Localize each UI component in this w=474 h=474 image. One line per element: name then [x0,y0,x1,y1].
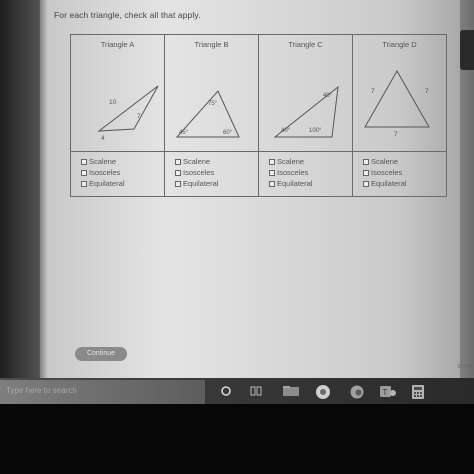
checkbox[interactable] [81,169,87,176]
triangle-a-label-3: 4 [101,135,105,142]
triangle-a-options: Scalene Isosceles Equilateral [70,151,165,197]
triangle-b-isosceles-option[interactable]: Isosceles [175,167,258,178]
taskbar-search[interactable] [0,380,205,404]
option-label: Scalene [183,157,211,166]
checkbox[interactable] [175,158,181,165]
checkbox[interactable] [269,158,275,165]
triangle-c-label-3: 100° [309,128,322,134]
triangle-d-figure: 7 7 7 [364,69,430,138]
edge-icon[interactable] [349,384,365,400]
checkbox[interactable] [269,169,275,176]
option-label: Scalene [277,157,305,166]
calculator-icon[interactable] [411,384,425,400]
triangle-d-scalene-option[interactable]: Scalene [363,156,446,167]
triangle-a-header: Triangle A 10 7 4 [70,34,165,152]
triangle-d-equilateral-option[interactable]: Equilateral [363,178,446,189]
svg-text:T: T [383,388,388,397]
triangle-d-label-1: 7 [371,88,375,95]
triangle-d-header: Triangle D 7 7 7 [352,34,447,152]
checkbox[interactable] [175,169,181,176]
triangle-a-label-2: 7 [137,113,141,120]
triangle-d-label-2: 7 [425,88,429,95]
option-label: Isosceles [89,168,121,177]
triangle-c-header: Triangle C 40° 40° 100° [258,34,353,152]
triangle-c-options: Scalene Isosceles Equilateral [258,151,353,197]
triangle-b-label-2: 45° [179,130,189,136]
triangle-b-options: Scalene Isosceles Equilateral [164,151,259,197]
triangle-a-equilateral-option[interactable]: Equilateral [81,178,164,189]
triangle-b-label-3: 60° [223,130,233,136]
triangle-c-label-2: 40° [281,128,291,134]
triangle-d-isosceles-option[interactable]: Isosceles [363,167,446,178]
cortana-icon[interactable] [219,384,233,398]
checkbox[interactable] [175,180,181,187]
scroll-handle[interactable] [460,30,474,70]
triangle-a-label-1: 10 [109,99,117,106]
option-label: Scalene [89,157,117,166]
triangle-b-scalene-option[interactable]: Scalene [175,156,258,167]
checkbox[interactable] [363,169,369,176]
option-label: Scalene [371,157,399,166]
file-explorer-icon[interactable] [282,384,300,398]
teams-icon[interactable]: T [379,384,397,400]
triangle-c-title: Triangle C [288,40,323,49]
option-label: Equilateral [277,179,313,188]
option-label: Isosceles [371,168,403,177]
option-label: Isosceles [277,168,309,177]
triangle-d-options: Scalene Isosceles Equilateral [352,151,447,197]
option-label: Equilateral [89,179,125,188]
clock-fragment: 57 PM [457,364,472,370]
continue-button[interactable]: Continue [75,347,127,361]
option-label: Isosceles [183,168,215,177]
triangle-b-header: Triangle B 75° 45° 60° [164,34,259,152]
checkbox[interactable] [81,180,87,187]
task-view-icon[interactable] [249,384,263,398]
instruction-text: For each triangle, check all that apply. [54,10,201,20]
triangle-b-equilateral-option[interactable]: Equilateral [175,178,258,189]
triangle-c-equilateral-option[interactable]: Equilateral [269,178,352,189]
triangle-d-label-3: 7 [394,131,398,138]
triangle-table: Triangle A 10 7 4 Triangle B 75° 45° 60° [70,34,447,197]
triangle-d-title: Triangle D [382,40,417,49]
checkbox[interactable] [363,180,369,187]
triangle-a-scalene-option[interactable]: Scalene [81,156,164,167]
left-shadow [0,0,48,380]
checkbox[interactable] [81,158,87,165]
triangle-b-figure: 75° 45° 60° [175,90,240,138]
monitor-bezel [0,404,474,474]
triangle-a-figure: 10 7 4 [97,85,159,142]
search-input[interactable] [6,386,186,395]
triangle-c-isosceles-option[interactable]: Isosceles [269,167,352,178]
checkbox[interactable] [269,180,275,187]
triangle-a-title: Triangle A [100,40,135,49]
triangle-c-label-1: 40° [323,93,333,99]
monitor-screen: For each triangle, check all that apply.… [0,0,474,404]
triangle-c-figure: 40° 40° 100° [273,85,339,138]
option-label: Equilateral [371,179,407,188]
triangle-a-isosceles-option[interactable]: Isosceles [81,167,164,178]
triangle-c-scalene-option[interactable]: Scalene [269,156,352,167]
triangle-b-label-1: 75° [208,101,218,107]
chrome-icon[interactable] [315,384,331,400]
option-label: Equilateral [183,179,219,188]
triangle-b-title: Triangle B [194,40,229,49]
checkbox[interactable] [363,158,369,165]
